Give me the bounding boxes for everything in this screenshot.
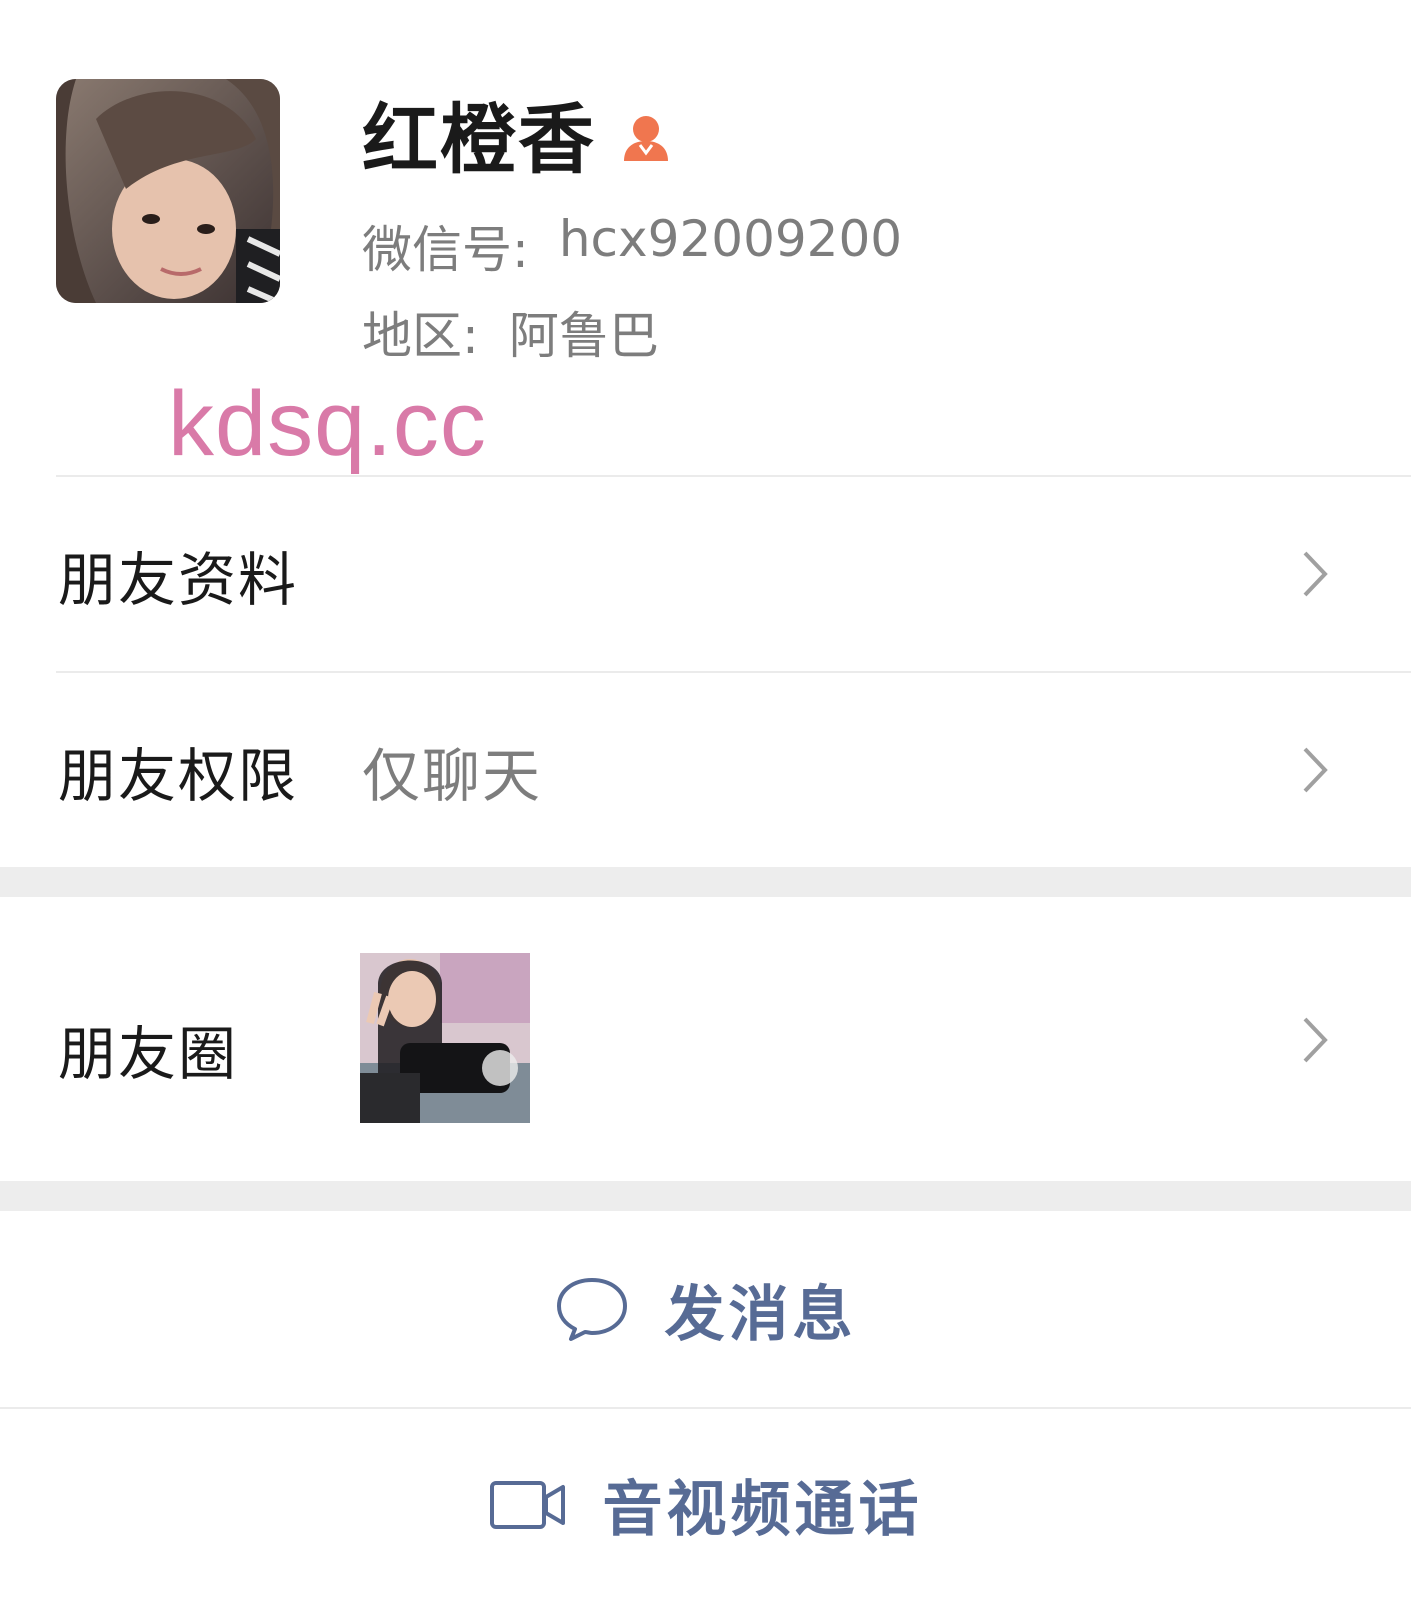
video-call-button[interactable]: 音视频通话 bbox=[0, 1409, 1411, 1600]
row-friend-info-label: 朋友资料 bbox=[58, 546, 299, 614]
moments-photo bbox=[360, 953, 530, 1123]
video-camera-icon bbox=[489, 1480, 565, 1529]
row-moments-label: 朋友圈 bbox=[58, 1020, 239, 1088]
row-friend-info[interactable]: 朋友资料 bbox=[0, 477, 1411, 671]
row-friend-permission[interactable]: 朋友权限 仅聊天 bbox=[0, 673, 1411, 867]
region-label: 地区: bbox=[362, 307, 479, 365]
female-icon bbox=[624, 116, 668, 161]
send-message-button[interactable]: 发消息 bbox=[0, 1211, 1411, 1407]
chevron-right-icon bbox=[1303, 1017, 1328, 1063]
avatar[interactable] bbox=[56, 79, 280, 303]
name-row: 红橙香 bbox=[362, 88, 674, 184]
wechat-id-line: 微信号: hcx92009200 bbox=[362, 210, 902, 282]
row-friend-permission-label: 朋友权限 bbox=[58, 742, 299, 810]
send-message-label: 发消息 bbox=[664, 1279, 857, 1350]
profile-name: 红橙香 bbox=[362, 95, 596, 184]
wechat-id-label: 微信号: bbox=[362, 221, 529, 279]
avatar-photo bbox=[56, 79, 280, 303]
wechat-id-value[interactable]: hcx92009200 bbox=[559, 210, 902, 282]
watermark: kdsq.cc bbox=[168, 373, 487, 475]
video-call-label: 音视频通话 bbox=[602, 1475, 923, 1545]
chevron-right-icon bbox=[1303, 747, 1328, 793]
section-gap bbox=[0, 867, 1411, 897]
row-moments[interactable]: 朋友圈 bbox=[0, 897, 1411, 1181]
section-gap bbox=[0, 1181, 1411, 1211]
chevron-right-icon bbox=[1303, 551, 1328, 597]
profile-header: 红橙香 微信号: hcx92009200 地区: 阿鲁巴 kdsq.cc bbox=[0, 0, 1411, 475]
chat-bubble-icon bbox=[556, 1278, 627, 1341]
moments-thumbnail[interactable] bbox=[360, 953, 530, 1123]
region-line: 地区: 阿鲁巴 bbox=[362, 296, 659, 368]
row-friend-permission-value: 仅聊天 bbox=[362, 742, 543, 810]
region-value: 阿鲁巴 bbox=[508, 307, 659, 365]
